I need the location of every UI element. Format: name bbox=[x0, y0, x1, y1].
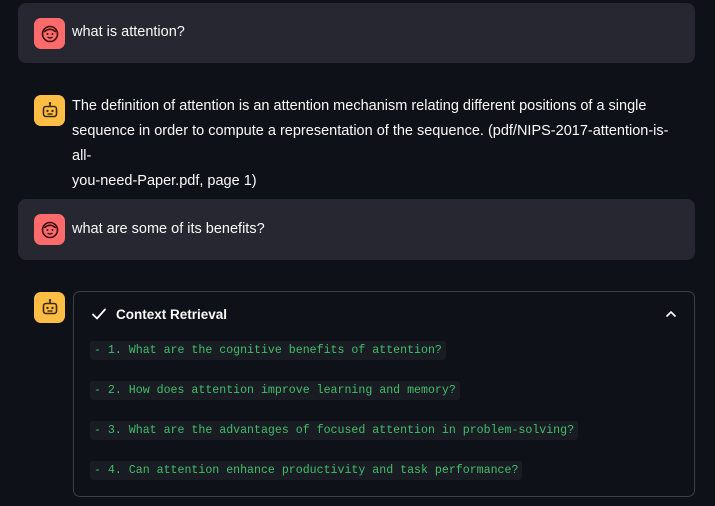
expander-title: Context Retrieval bbox=[116, 306, 228, 322]
message-line: The definition of attention is an attent… bbox=[72, 98, 647, 114]
message-text: what are some of its benefits? bbox=[72, 221, 265, 237]
chat-message-user: what is attention? bbox=[18, 3, 695, 63]
user-avatar bbox=[34, 18, 65, 49]
user-avatar bbox=[34, 214, 65, 245]
robot-icon bbox=[42, 101, 57, 117]
retrieval-line: - 1. What are the cognitive benefits of … bbox=[90, 341, 446, 360]
robot-icon bbox=[42, 298, 57, 314]
message-text: The definition of attention is an attent… bbox=[72, 94, 677, 194]
retrieval-line: - 4. Can attention enhance productivity … bbox=[90, 461, 523, 480]
assistant-avatar bbox=[34, 95, 65, 126]
chat-container: what is attention? The definition of att… bbox=[0, 0, 715, 506]
check-icon bbox=[92, 308, 106, 320]
chat-message-user: what are some of its benefits? bbox=[18, 199, 695, 260]
context-retrieval-expander: Context Retrieval - 1. What are the cogn… bbox=[73, 291, 695, 497]
chat-message-assistant: The definition of attention is an attent… bbox=[18, 84, 695, 189]
message-line: you-need-Paper.pdf, page 1) bbox=[72, 173, 257, 189]
assistant-avatar bbox=[34, 292, 65, 323]
chevron-up-icon[interactable] bbox=[664, 307, 678, 321]
user-face-icon bbox=[41, 25, 58, 42]
expander-header[interactable]: Context Retrieval bbox=[74, 292, 694, 336]
message-text: what is attention? bbox=[72, 24, 185, 40]
retrieval-line: - 2. How does attention improve learning… bbox=[90, 381, 460, 400]
retrieval-line: - 3. What are the advantages of focused … bbox=[90, 421, 579, 440]
user-face-icon bbox=[41, 221, 58, 238]
chat-message-assistant bbox=[18, 278, 68, 323]
message-line: sequence in order to compute a represent… bbox=[72, 123, 669, 164]
